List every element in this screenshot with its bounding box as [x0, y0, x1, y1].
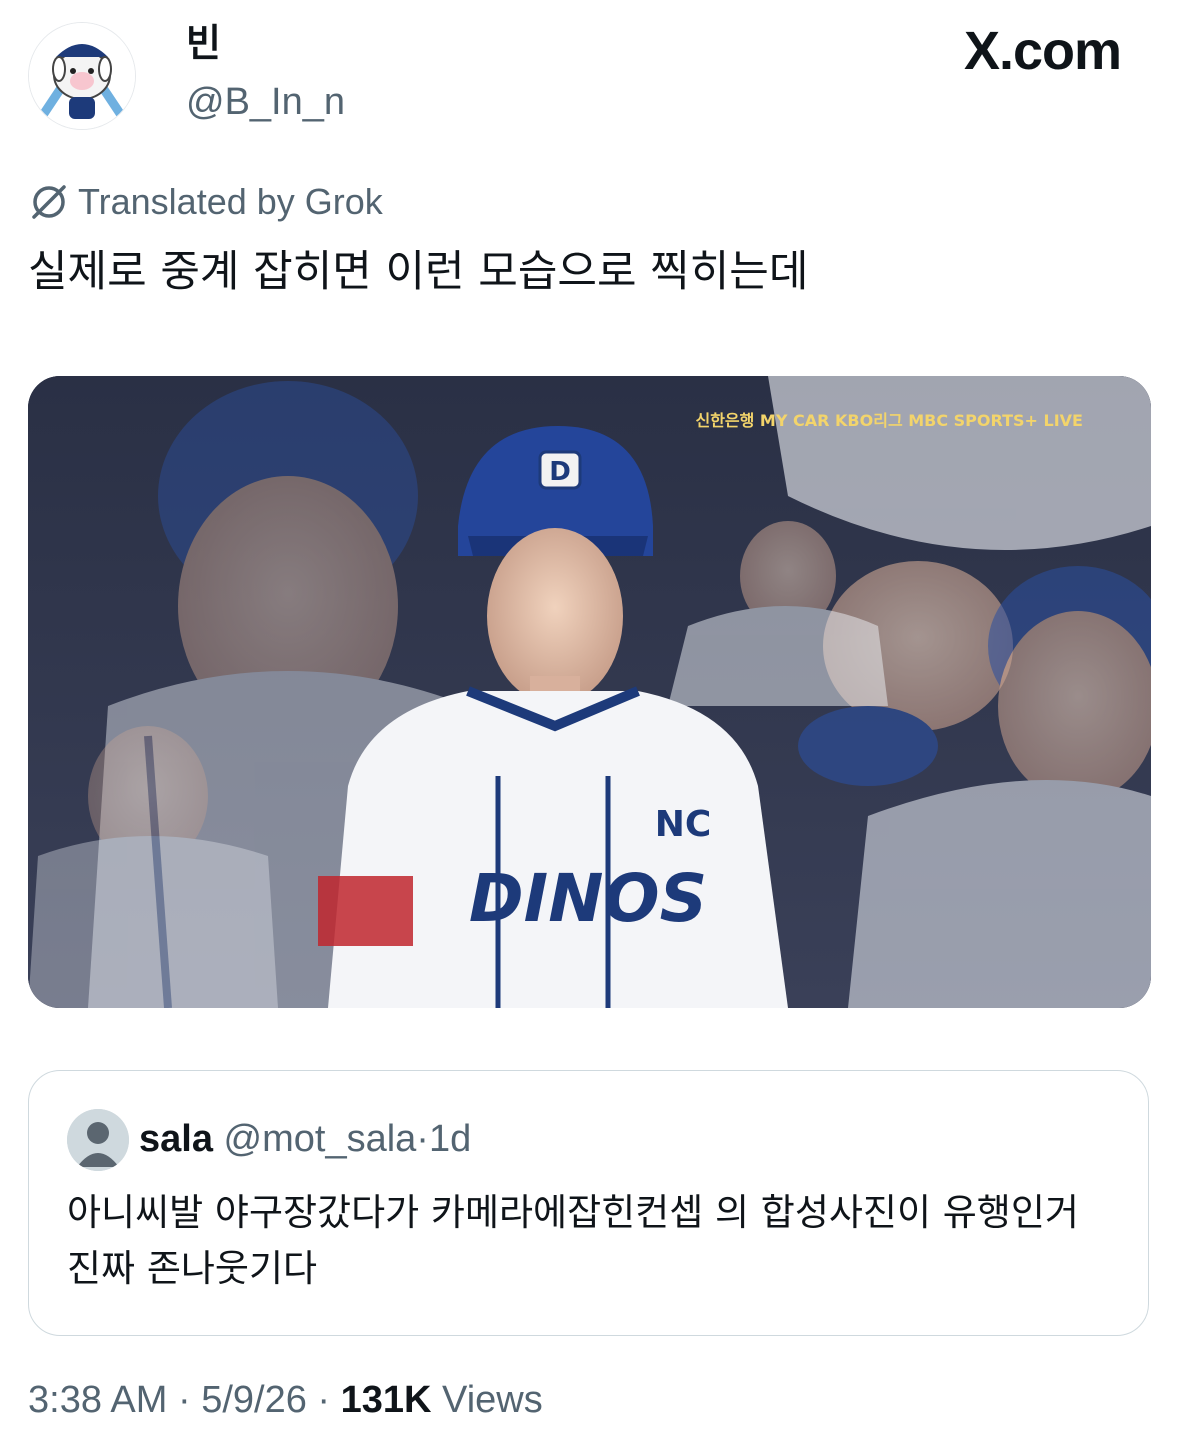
footer-separator: · [177, 1379, 191, 1421]
author-display-name[interactable]: 빈 [186, 22, 221, 66]
author-handle[interactable]: @B_In_n [186, 80, 345, 124]
views-count[interactable]: 131K [341, 1379, 432, 1421]
quoted-time[interactable]: 1d [429, 1118, 471, 1160]
quoted-tweet[interactable]: sala @mot_sala·1d 아니씨발 야구장갔다가 카메라에잡힌컨셉 의… [28, 1070, 1149, 1336]
site-brand: X.com [963, 21, 1122, 81]
translation-label: Translated by Grok [78, 181, 383, 222]
translation-notice: Translated by Grok [28, 180, 383, 224]
mascot-avatar-icon [29, 23, 135, 129]
footer-separator: · [317, 1379, 331, 1421]
broadcast-overlay: 신한은행 MY CAR KBO리그 MBC SPORTS+ LIVE [695, 411, 1083, 430]
post-date[interactable]: 5/9/26 [201, 1379, 307, 1421]
jersey-text: DINOS [469, 860, 707, 937]
baseball-collage-image: D DINOS NC 신한은행 MY CAR KBO리그 MBC SPORTS+… [28, 376, 1151, 1008]
views-label: Views [442, 1379, 543, 1421]
tweet-footer: 3:38 AM · 5/9/26 · 131K Views [28, 1372, 543, 1428]
default-avatar-icon [67, 1109, 129, 1171]
post-time[interactable]: 3:38 AM [28, 1379, 167, 1421]
quoted-header: sala @mot_sala·1d [139, 1111, 471, 1167]
quoted-text: 아니씨발 야구장갔다가 카메라에잡힌컨셉 의 합성사진이 유행인거 진짜 존나웃… [67, 1191, 1079, 1290]
translate-icon [32, 185, 66, 219]
quoted-author-name[interactable]: sala [139, 1118, 213, 1160]
svg-text:D: D [549, 457, 571, 487]
tweet-media-image[interactable]: D DINOS NC 신한은행 MY CAR KBO리그 MBC SPORTS+… [28, 376, 1151, 1008]
quoted-separator: · [416, 1118, 429, 1160]
quoted-author-avatar[interactable] [67, 1109, 129, 1171]
team-logo: NC [655, 804, 712, 845]
tweet-text: 실제로 중계 잡히면 이런 모습으로 찍히는데 [28, 247, 809, 297]
author-avatar[interactable] [28, 22, 136, 130]
quoted-author-handle[interactable]: @mot_sala [224, 1118, 417, 1160]
